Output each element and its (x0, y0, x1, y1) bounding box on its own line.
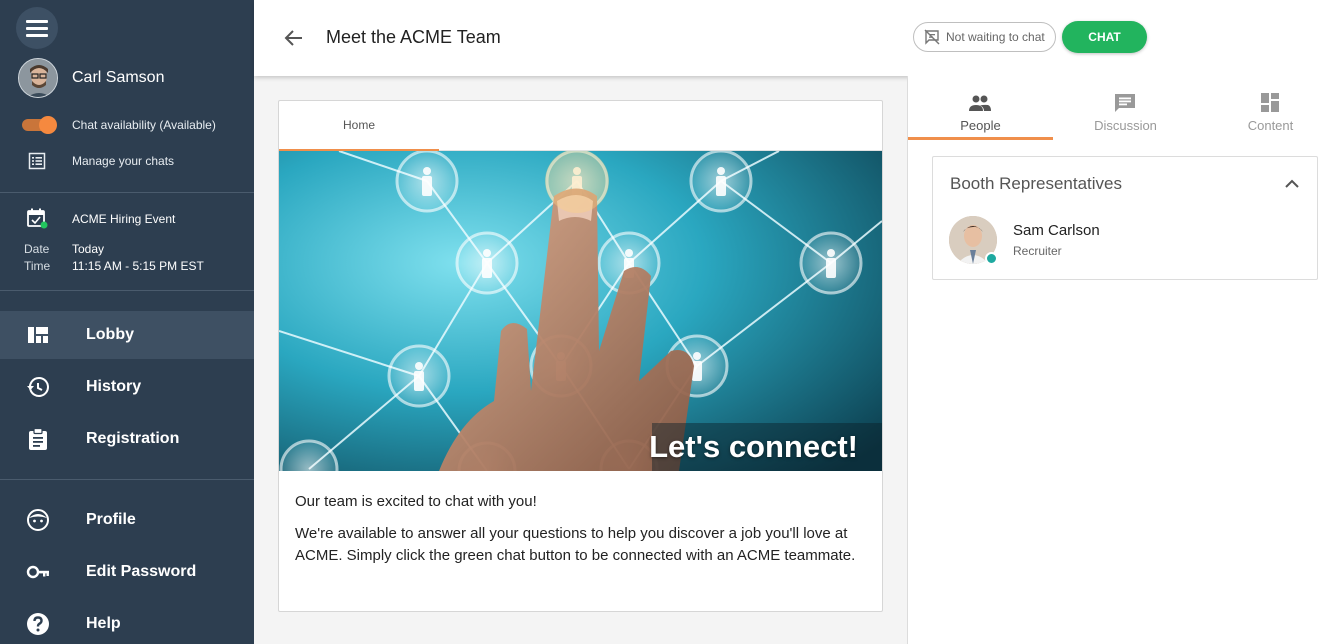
manage-chats-label: Manage your chats (72, 154, 175, 168)
people-icon (969, 95, 991, 111)
not-waiting-label: Not waiting to chat (946, 30, 1045, 44)
nav-edit-password-label: Edit Password (86, 563, 197, 580)
top-header: Meet the ACME Team Not waiting to chat C… (254, 0, 1340, 76)
date-value: Today (72, 242, 105, 256)
nav-profile-label: Profile (86, 511, 136, 528)
divider (0, 192, 254, 193)
chat-off-icon (924, 29, 940, 45)
list-icon (28, 152, 46, 170)
right-panel: People Discussion Content Booth Represen… (907, 76, 1340, 644)
content-tabs: Home (279, 101, 882, 152)
active-tab-indicator (908, 137, 1053, 140)
divider (0, 290, 254, 291)
card-description: Our team is excited to chat with you! We… (295, 491, 870, 567)
nav-history[interactable]: History (0, 363, 254, 411)
not-waiting-to-chat-button[interactable]: Not waiting to chat (913, 22, 1056, 52)
nav-edit-password[interactable]: Edit Password (0, 548, 254, 596)
content-grid-icon (1261, 93, 1279, 112)
dashboard-icon (28, 327, 48, 343)
body-text: We're available to answer all your quest… (295, 525, 856, 564)
user-info: Carl Samson (18, 58, 164, 98)
booth-representatives-card: Booth Representatives Sam Carlson Recrui… (932, 156, 1318, 280)
help-icon (27, 613, 49, 635)
tab-discussion[interactable]: Discussion (1053, 76, 1198, 140)
reps-title: Booth Representatives (950, 174, 1122, 193)
sidebar: Carl Samson Chat availability (Available… (0, 0, 254, 644)
back-arrow-icon[interactable] (282, 26, 306, 50)
nav-lobby[interactable]: Lobby (0, 311, 254, 359)
page-title: Meet the ACME Team (326, 27, 501, 47)
tab-people[interactable]: People (908, 76, 1053, 140)
nav-help-label: Help (86, 615, 121, 632)
online-status-dot (985, 252, 998, 265)
face-icon (27, 509, 49, 531)
clipboard-icon (29, 427, 47, 450)
event-info: ACME Hiring Event Date Today Time 11:15 … (24, 208, 204, 273)
manage-chats-link[interactable]: Manage your chats (28, 152, 174, 170)
rep-name: Sam Carlson (1013, 222, 1100, 239)
intro-text: Our team is excited to chat with you! (295, 493, 537, 510)
nav-lobby-label: Lobby (86, 326, 134, 343)
booth-content-card: Home Let's connect! Our team is excited … (278, 100, 883, 612)
divider (0, 479, 254, 480)
date-key: Date (24, 242, 50, 256)
nav-registration-label: Registration (86, 430, 180, 447)
nav-profile[interactable]: Profile (0, 496, 254, 544)
tab-discussion-label: Discussion (1094, 118, 1157, 133)
hamburger-menu-icon[interactable] (16, 7, 58, 49)
user-name: Carl Samson (72, 69, 165, 86)
tab-home-label: Home (343, 118, 376, 132)
tab-people-label: People (960, 118, 1001, 133)
tab-content[interactable]: Content (1198, 76, 1340, 140)
nav-help[interactable]: Help (0, 600, 254, 644)
time-key: Time (24, 259, 51, 273)
chat-button[interactable]: CHAT (1062, 21, 1147, 53)
key-icon (26, 565, 49, 579)
calendar-icon (27, 208, 48, 229)
chevron-up-icon[interactable] (1283, 175, 1301, 193)
availability-row: Chat availability (Available) (22, 116, 216, 134)
nav-history-label: History (86, 378, 142, 395)
event-title: ACME Hiring Event (72, 212, 176, 226)
time-value: 11:15 AM - 5:15 PM EST (72, 259, 204, 273)
hero-image: Let's connect! (279, 151, 882, 471)
history-icon (27, 376, 49, 397)
hero-caption: Let's connect! (649, 429, 858, 464)
tab-home[interactable]: Home (279, 101, 439, 152)
user-avatar[interactable] (18, 58, 58, 98)
discussion-icon (1115, 94, 1135, 112)
tab-content-label: Content (1247, 118, 1294, 133)
availability-toggle[interactable] (22, 116, 58, 134)
rep-role: Recruiter (1013, 244, 1062, 258)
nav-registration[interactable]: Registration (0, 415, 254, 463)
availability-label: Chat availability (Available) (72, 118, 216, 132)
